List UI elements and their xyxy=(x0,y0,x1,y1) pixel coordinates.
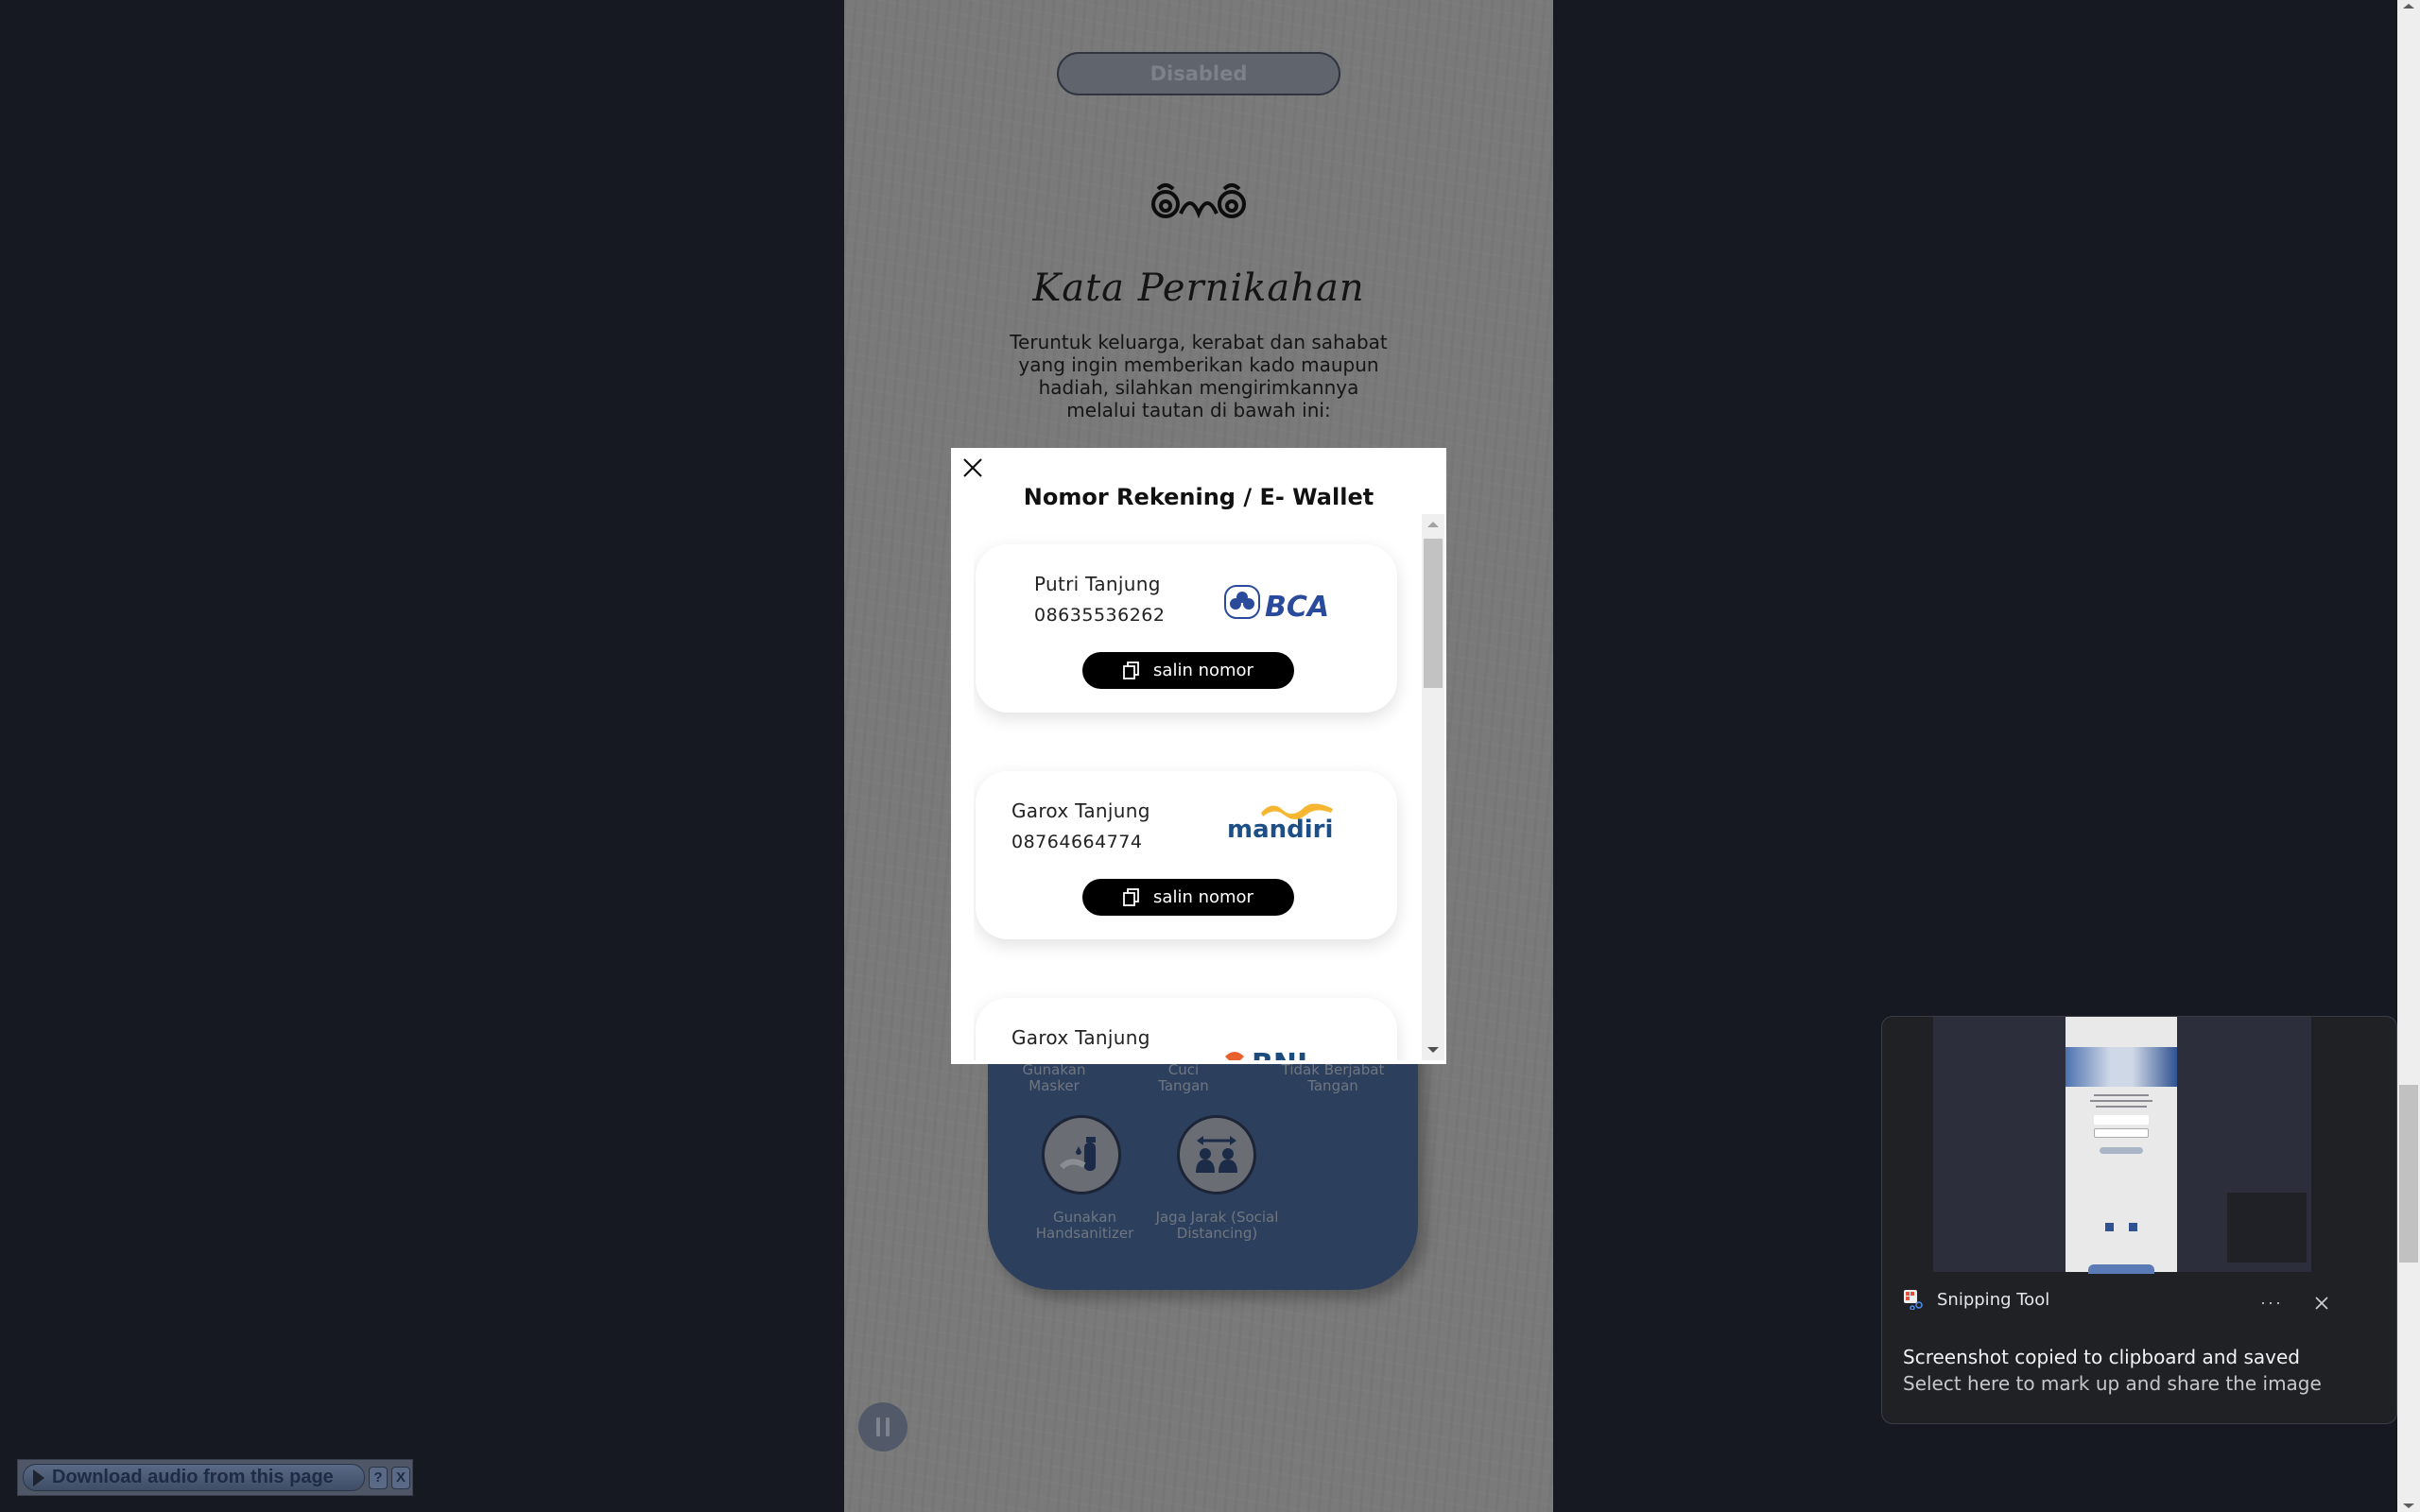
section-title: Kata Pernikahan xyxy=(1032,266,1365,310)
tip-label: Jaga Jarak (Social Distancing) xyxy=(1155,1209,1279,1242)
toast-message: Screenshot copied to clipboard and saved xyxy=(1903,1346,2300,1368)
tip-label: Gunakan Handsanitizer xyxy=(1035,1209,1134,1242)
thumbnail-icon xyxy=(2105,1223,2114,1231)
bni-logo-icon: BNI xyxy=(1225,1048,1307,1060)
thumbnail-hero xyxy=(2066,1047,2177,1087)
snipping-tool-notification[interactable]: Snipping Tool ··· Screenshot copied to c… xyxy=(1881,1016,2397,1424)
copy-icon xyxy=(1123,661,1139,679)
account-list[interactable]: Putri Tanjung 08635536262 BCA salin nomo… xyxy=(974,514,1444,1060)
account-name: Putri Tanjung xyxy=(1034,573,1161,595)
pause-icon xyxy=(876,1418,880,1436)
audio-download-bar: Download audio from this page ? X xyxy=(17,1459,413,1496)
close-icon[interactable] xyxy=(2312,1294,2331,1313)
scrollbar-thumb[interactable] xyxy=(1424,539,1443,688)
page-scrollbar[interactable] xyxy=(2397,0,2420,1512)
account-name: Garox Tanjung xyxy=(1011,799,1150,822)
tip-label: Gunakan Masker xyxy=(1022,1061,1086,1094)
account-name: Garox Tanjung xyxy=(1011,1026,1150,1049)
tip-label: Tidak Berjabat Tangan xyxy=(1281,1061,1385,1094)
thumbnail-select xyxy=(2094,1128,2149,1138)
thumbnail-icon xyxy=(2129,1223,2137,1231)
account-number: 08764664774 xyxy=(1011,832,1143,852)
pause-icon xyxy=(886,1418,890,1436)
thumbnail-button xyxy=(2100,1147,2143,1154)
bni-logo-text: BNI xyxy=(1252,1048,1307,1060)
scroll-up-arrow-icon[interactable] xyxy=(2403,4,2414,9)
play-icon xyxy=(33,1469,44,1486)
bca-logo-icon: BCA xyxy=(1224,585,1329,624)
music-pause-button[interactable] xyxy=(858,1402,908,1452)
thumbnail-card xyxy=(2088,1264,2154,1274)
account-card: Garox Tanjung BNI xyxy=(976,998,1397,1060)
bca-logo-text: BCA xyxy=(1265,591,1329,624)
thumbnail-mini-preview xyxy=(2227,1193,2307,1263)
copy-icon xyxy=(1123,887,1139,906)
tip-label: Cuci Tangan xyxy=(1158,1061,1209,1094)
mandiri-logo-icon: mandiri xyxy=(1227,803,1333,843)
copy-number-button[interactable]: salin nomor xyxy=(1082,879,1294,916)
mandiri-logo-text: mandiri xyxy=(1227,816,1333,843)
copy-label: salin nomor xyxy=(1153,887,1253,907)
modal-scrollbar[interactable] xyxy=(1422,514,1444,1060)
help-button[interactable]: ? xyxy=(369,1466,388,1489)
social-distancing-icon xyxy=(1177,1115,1256,1194)
snipping-tool-icon xyxy=(1904,1290,1923,1310)
scroll-up-arrow-icon[interactable] xyxy=(1427,522,1439,527)
screenshot-thumbnail[interactable] xyxy=(1933,1017,2311,1274)
thumbnail-line xyxy=(2096,1106,2147,1108)
close-icon[interactable] xyxy=(960,455,985,480)
account-card: Garox Tanjung 08764664774 mandiri salin … xyxy=(976,771,1397,939)
modal-title: Nomor Rekening / E- Wallet xyxy=(1023,484,1374,510)
copy-label: salin nomor xyxy=(1153,661,1253,680)
toast-submessage: Select here to mark up and share the ima… xyxy=(1903,1372,2322,1395)
scroll-down-arrow-icon[interactable] xyxy=(1427,1047,1439,1053)
more-options-button[interactable]: ··· xyxy=(2260,1293,2283,1313)
ornament-icon xyxy=(1151,183,1246,219)
account-number: 08635536262 xyxy=(1034,605,1166,626)
thumbnail-input xyxy=(2094,1115,2149,1125)
hand-sanitizer-icon xyxy=(1042,1115,1121,1194)
gift-intro-text: Teruntuk keluarga, kerabat dan sahabat y… xyxy=(1010,331,1388,421)
toast-app-name: Snipping Tool xyxy=(1937,1289,2050,1310)
download-audio-label: Download audio from this page xyxy=(52,1467,334,1487)
copy-number-button[interactable]: salin nomor xyxy=(1082,652,1294,689)
account-card: Putri Tanjung 08635536262 BCA salin nomo… xyxy=(976,544,1397,713)
toast-app-header: Snipping Tool xyxy=(1903,1289,2049,1310)
disabled-submit-button: Disabled xyxy=(1057,52,1340,95)
download-audio-button[interactable]: Download audio from this page xyxy=(23,1464,365,1491)
thumbnail-page xyxy=(2066,1017,2177,1274)
scrollbar-thumb[interactable] xyxy=(2399,1085,2418,1263)
account-modal: Nomor Rekening / E- Wallet Putri Tanjung… xyxy=(951,448,1446,1064)
thumbnail-line xyxy=(2090,1100,2152,1102)
thumbnail-line xyxy=(2094,1094,2149,1096)
scroll-down-arrow-icon[interactable] xyxy=(2403,1503,2414,1508)
close-bar-button[interactable]: X xyxy=(391,1466,410,1489)
